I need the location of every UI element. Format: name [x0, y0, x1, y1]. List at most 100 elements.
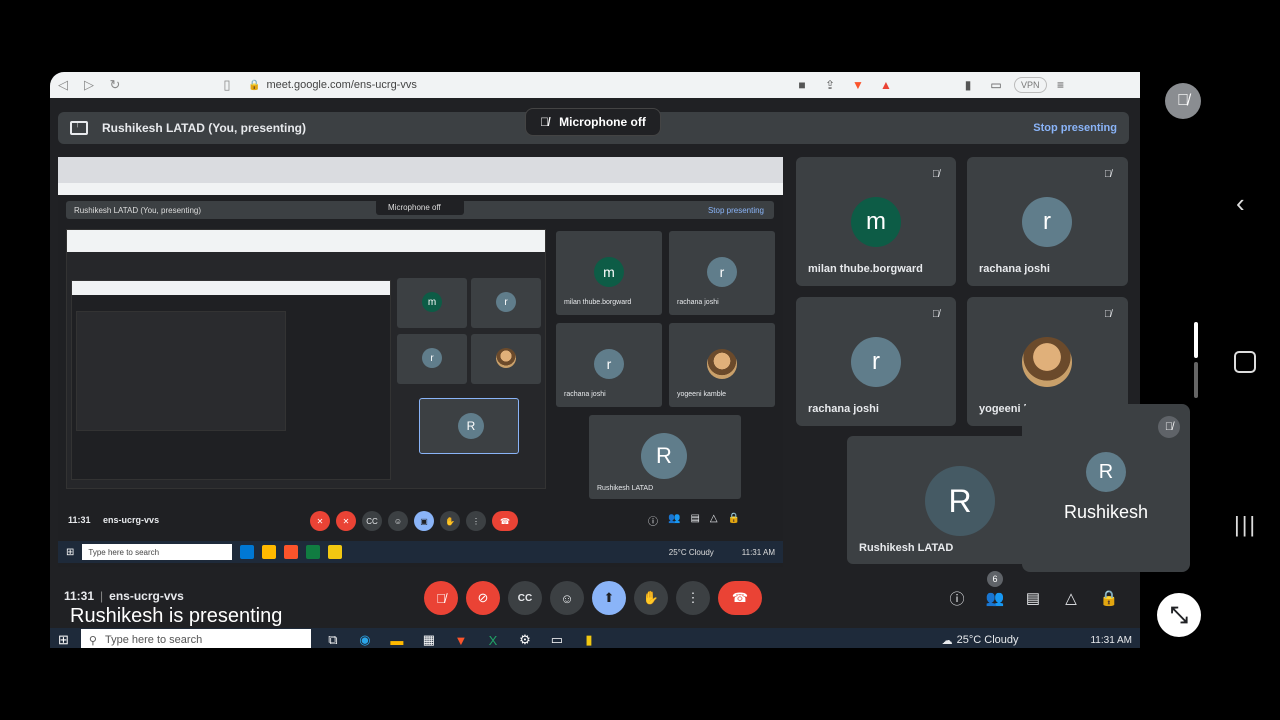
people-icon[interactable]: 👥 6: [984, 571, 1006, 609]
mic-toast-label: Microphone off: [559, 115, 646, 129]
cloud-icon: ☁: [941, 634, 953, 647]
shared-screen: Rushikesh LATAD (You, presenting) Stop p…: [58, 157, 783, 567]
search-icon: ⚲: [88, 634, 97, 647]
url-text: meet.google.com/ens-ucrg-vvs: [266, 79, 417, 91]
recent-apps-icon[interactable]: |||: [1234, 512, 1257, 538]
participant-name: rachana joshi: [979, 263, 1050, 275]
camera-icon[interactable]: ■: [788, 72, 816, 98]
share-icon[interactable]: ⇪: [816, 72, 844, 98]
wallet-icon[interactable]: ▭: [982, 72, 1010, 98]
shared-tile: R Rushikesh LATAD: [589, 415, 741, 499]
participant-tile-self[interactable]: R Rushikesh LATAD: [847, 436, 1047, 564]
back-chevron-icon[interactable]: ‹: [1236, 188, 1245, 219]
end-call-icon[interactable]: ☎: [718, 581, 762, 615]
shared-info-icon: ⓘ: [648, 517, 658, 528]
shared-tile-name: Rushikesh LATAD: [597, 485, 654, 492]
activities-icon[interactable]: △: [1060, 587, 1082, 609]
scroll-indicator: [1194, 322, 1198, 358]
nested-tile: r: [397, 334, 467, 384]
lock-icon: 🔒: [248, 79, 261, 91]
shared-taskbar-search: Type here to search: [82, 544, 233, 560]
microphone-off-toast: 🎙̸ Microphone off: [525, 108, 661, 136]
brave-icon[interactable]: ▼: [451, 631, 471, 648]
taskbar-search[interactable]: ⚲ Type here to search: [80, 629, 311, 648]
emoji-icon[interactable]: ☺: [550, 581, 584, 615]
mic-off-icon: 🎙̸: [1104, 169, 1112, 180]
camera-off-icon[interactable]: ⊘: [466, 581, 500, 615]
banner-title: Rushikesh LATAD (You, presenting): [102, 121, 307, 135]
vpn-label: VPN: [1021, 80, 1040, 90]
browser-window: ◁ ▷ ↻ ▯ 🔒 meet.google.com/ens-ucrg-vvs ■…: [50, 72, 1140, 648]
present-now-icon[interactable]: ⬆: [592, 581, 626, 615]
side-controls: ⓘ 👥 6 ▤ △ 🔒: [946, 571, 1120, 609]
shared-more-icon: ⋮: [466, 511, 486, 531]
reload-icon[interactable]: ↻: [102, 72, 128, 98]
edge-icon[interactable]: ◉: [355, 631, 375, 648]
home-icon[interactable]: [1234, 351, 1256, 373]
shared-tile-name: milan thube.borgward: [564, 299, 632, 306]
mic-off-icon: 🎙̸: [1104, 309, 1112, 320]
nested-tile: r: [471, 278, 541, 328]
self-view-tile[interactable]: 🎙̸ R Rushikesh: [1022, 404, 1190, 572]
meeting-info: 11:31 | ens-ucrg-vvs: [64, 589, 184, 603]
shared-end-icon: ☎: [492, 511, 518, 531]
forward-icon[interactable]: ▷: [76, 72, 102, 98]
mic-off-icon: 🎙̸: [932, 309, 940, 320]
shared-people-icon: 👥: [668, 513, 681, 524]
windows-start-icon[interactable]: ⊞: [58, 632, 69, 648]
chat-icon[interactable]: ▤: [1022, 587, 1044, 609]
shared-chat-icon: ▤: [690, 513, 700, 524]
windows-taskbar: ⊞ ⚲ Type here to search ⧉ ◉ ▬ ▦ ▼ X ⚙ ▭ …: [50, 628, 1140, 648]
phone-screen: ◁ ▷ ↻ ▯ 🔒 meet.google.com/ens-ucrg-vvs ■…: [0, 0, 1280, 720]
menu-icon[interactable]: ≡: [1047, 72, 1075, 98]
participant-avatar: r: [1022, 197, 1072, 247]
shared-mic-toast: Microphone off: [376, 199, 464, 215]
shared-tile: yogeeni kamble: [669, 323, 775, 407]
shared-code: ens-ucrg-vvs: [103, 515, 160, 525]
more-icon[interactable]: ⋮: [676, 581, 710, 615]
shared-tile: r rachana joshi: [556, 323, 662, 407]
info-icon[interactable]: ⓘ: [946, 587, 968, 609]
sidebar-icon[interactable]: ▮: [954, 72, 982, 98]
vpn-button[interactable]: VPN: [1014, 77, 1047, 93]
shared-powerbi-icon: [328, 545, 343, 559]
shared-cc-icon: CC: [362, 511, 382, 531]
self-avatar: R: [1086, 452, 1126, 492]
nested-screen-2: [71, 280, 391, 480]
shared-tile: r rachana joshi: [669, 231, 775, 315]
shared-tile: m milan thube.borgward: [556, 231, 662, 315]
mic-off-icon: 🎙̸: [1158, 416, 1180, 438]
shared-tabstrip: [58, 157, 783, 183]
participant-tile[interactable]: 🎙̸ r rachana joshi: [796, 297, 956, 426]
brave-rewards-icon[interactable]: ▲: [872, 72, 900, 98]
participant-count-badge: 6: [987, 571, 1003, 587]
shared-tile-name: yogeeni kamble: [677, 391, 727, 398]
bookmark-icon[interactable]: ▯: [214, 72, 240, 98]
back-icon[interactable]: ◁: [50, 72, 76, 98]
exit-fullscreen-icon[interactable]: ⤡: [1157, 593, 1201, 637]
host-controls-icon[interactable]: 🔒: [1098, 587, 1120, 609]
stop-presenting-button[interactable]: Stop presenting: [1033, 122, 1117, 134]
excel-icon[interactable]: X: [483, 631, 503, 648]
brave-shields-icon[interactable]: ▼: [844, 72, 872, 98]
raise-hand-icon[interactable]: ✋: [634, 581, 668, 615]
file-explorer-icon[interactable]: ▬: [387, 631, 407, 648]
mic-off-icon[interactable]: 🎙̸: [1165, 83, 1201, 119]
nested-tile: [471, 334, 541, 384]
settings-icon[interactable]: ⚙: [515, 631, 535, 648]
participant-tile[interactable]: 🎙̸ m milan thube.borgward: [796, 157, 956, 286]
taskbar-clock: 11:31 AM: [1090, 634, 1132, 646]
powerbi-icon[interactable]: ▮: [579, 631, 599, 648]
folder-icon[interactable]: ▭: [547, 631, 567, 648]
captions-icon[interactable]: CC: [508, 581, 542, 615]
mic-off-icon[interactable]: 🎙̸: [424, 581, 458, 615]
participant-tile[interactable]: 🎙̸ r rachana joshi: [967, 157, 1128, 286]
mic-off-icon: 🎙̸: [540, 115, 550, 129]
scroll-track: [1194, 362, 1198, 398]
store-icon[interactable]: ▦: [419, 631, 439, 648]
caption-text: Rushikesh is presenting: [70, 605, 283, 627]
task-view-icon[interactable]: ⧉: [323, 631, 343, 648]
shared-weather: 25°C Cloudy: [668, 547, 714, 557]
weather-widget[interactable]: ☁ 25°C Cloudy: [942, 634, 1019, 647]
shared-edge-icon: [240, 545, 255, 559]
